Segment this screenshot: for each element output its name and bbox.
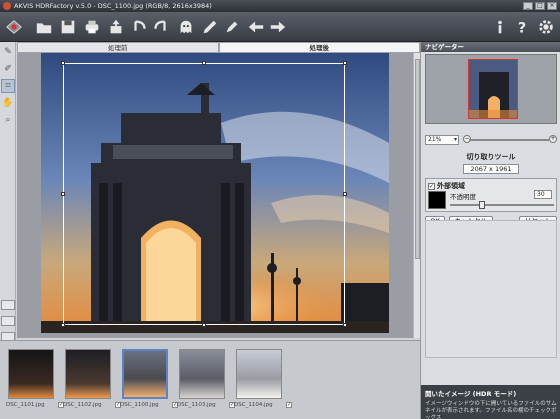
forward-icon[interactable] <box>268 17 288 37</box>
crop-tool-title: 切り取りツール <box>466 153 516 161</box>
window-title: AKVIS HDRFactory v.5.0 - DSC_1100.jpg (R… <box>14 2 212 10</box>
crop-handle-left[interactable] <box>61 192 65 196</box>
thumbnail-item[interactable]: DSC_1103.jpg ✓ <box>177 347 235 411</box>
compare-view-icon[interactable] <box>1 316 15 326</box>
svg-text:?: ? <box>518 20 526 36</box>
outer-area-group: ✓ 外部領域 不透明度 30 <box>425 178 557 212</box>
redo-icon[interactable] <box>150 17 170 37</box>
thumbnail-item[interactable]: DSC_1101.jpg ✓ <box>6 347 64 411</box>
undo-icon[interactable] <box>130 17 150 37</box>
settings-panel: ナビゲーター 21% − + 切り取りツール 2067 x 1961 ✓ 外部領… <box>420 42 560 419</box>
navigator-view[interactable] <box>425 54 557 124</box>
navigator: ナビゲーター <box>421 42 560 132</box>
crop-size-readout: 2067 x 1961 <box>463 164 519 174</box>
brush-icon[interactable] <box>200 17 220 37</box>
crop-tool-icon[interactable]: ⌗ <box>1 79 15 93</box>
crop-handle-bottom[interactable] <box>202 323 206 327</box>
crop-frame[interactable] <box>61 61 347 327</box>
thumbnail-checkbox[interactable]: ✓ <box>286 402 292 408</box>
logo-icon <box>4 17 24 37</box>
save-icon[interactable] <box>58 17 78 37</box>
open-icon[interactable] <box>34 17 54 37</box>
zoom-select[interactable]: 21% <box>425 135 459 145</box>
panel-empty-area <box>425 220 557 358</box>
eraser-tool-icon[interactable]: ✐ <box>1 62 15 76</box>
crop-handle-top[interactable] <box>202 61 206 65</box>
crop-handle-top-left[interactable] <box>61 61 65 65</box>
image-canvas[interactable] <box>17 53 413 338</box>
thumbnail-item[interactable]: DSC_1100.jpg ✓ <box>120 347 178 411</box>
hand-tool-icon[interactable]: ✋ <box>1 96 15 110</box>
app-icon <box>3 2 11 10</box>
crop-handle-top-right[interactable] <box>343 61 347 65</box>
crop-handle-bottom-right[interactable] <box>343 323 347 327</box>
opacity-slider-knob[interactable] <box>479 201 486 209</box>
outer-area-label: 外部領域 <box>437 182 465 190</box>
hint-text: イメージウィンドウの下に開いているファイルのサムネイルが表示されます。ファイル名… <box>425 401 557 419</box>
hint-panel: 開いたイメージ (HDR モード) イメージウィンドウの下に開いているファイルの… <box>421 385 560 419</box>
share-icon[interactable] <box>106 17 126 37</box>
tab-before[interactable]: 処理前 <box>17 42 219 53</box>
toolbar: ? <box>0 12 560 42</box>
crop-handle-right[interactable] <box>343 192 347 196</box>
thumbnail-name: DSC_1101.jpg <box>6 402 45 408</box>
navigator-thumbnail[interactable] <box>468 59 518 119</box>
zoom-in-icon[interactable]: + <box>549 135 557 143</box>
zoom-slider[interactable] <box>469 139 549 141</box>
maximize-button[interactable]: □ <box>535 2 545 10</box>
navigator-title: ナビゲーター <box>421 42 560 52</box>
opacity-slider[interactable] <box>450 201 554 209</box>
minimize-button[interactable]: _ <box>523 2 533 10</box>
close-button[interactable]: × <box>547 2 557 10</box>
vertical-scrollbar[interactable] <box>413 53 420 338</box>
help-icon[interactable]: ? <box>512 17 532 37</box>
outer-area-checkbox[interactable]: ✓ <box>428 182 435 190</box>
hint-title: 開いたイメージ (HDR モード) <box>425 390 517 398</box>
tab-after[interactable]: 処理後 <box>218 42 420 53</box>
thumbnail-item[interactable]: DSC_1102.jpg ✓ <box>63 347 121 411</box>
gear-icon[interactable] <box>536 17 556 37</box>
thumbnail-item[interactable]: DSC_1104.jpg ✓ <box>234 347 292 411</box>
ghost-icon[interactable] <box>176 17 196 37</box>
zoom-controls: 21% − + <box>425 135 557 145</box>
thumbnail-name: DSC_1103.jpg <box>177 402 216 408</box>
title-bar: AKVIS HDRFactory v.5.0 - DSC_1100.jpg (R… <box>0 0 560 12</box>
info-icon[interactable] <box>490 17 510 37</box>
back-icon[interactable] <box>246 17 266 37</box>
eyedropper-icon[interactable] <box>222 17 242 37</box>
thumbnail-name: DSC_1104.jpg <box>234 402 273 408</box>
print-icon[interactable] <box>82 17 102 37</box>
crop-handle-bottom-left[interactable] <box>61 323 65 327</box>
thumbnail-name: DSC_1100.jpg <box>120 402 159 408</box>
view-tabs: 処理前 処理後 <box>17 42 420 53</box>
outer-color-swatch[interactable] <box>428 191 446 209</box>
opacity-value-field[interactable]: 30 <box>534 190 552 199</box>
opacity-label: 不透明度 <box>450 193 476 201</box>
brush-tool-icon[interactable]: ✎ <box>1 45 15 59</box>
thumbnail-name: DSC_1102.jpg <box>63 402 102 408</box>
crop-tool-panel: 切り取りツール 2067 x 1961 ✓ 外部領域 不透明度 30 OK キャ… <box>421 150 560 226</box>
zoom-tool-icon[interactable]: ⌕ <box>1 113 15 127</box>
fit-view-icon[interactable] <box>1 300 15 310</box>
filmstrip: DSC_1101.jpg ✓ DSC_1102.jpg ✓ DSC_1100.j… <box>0 340 420 419</box>
